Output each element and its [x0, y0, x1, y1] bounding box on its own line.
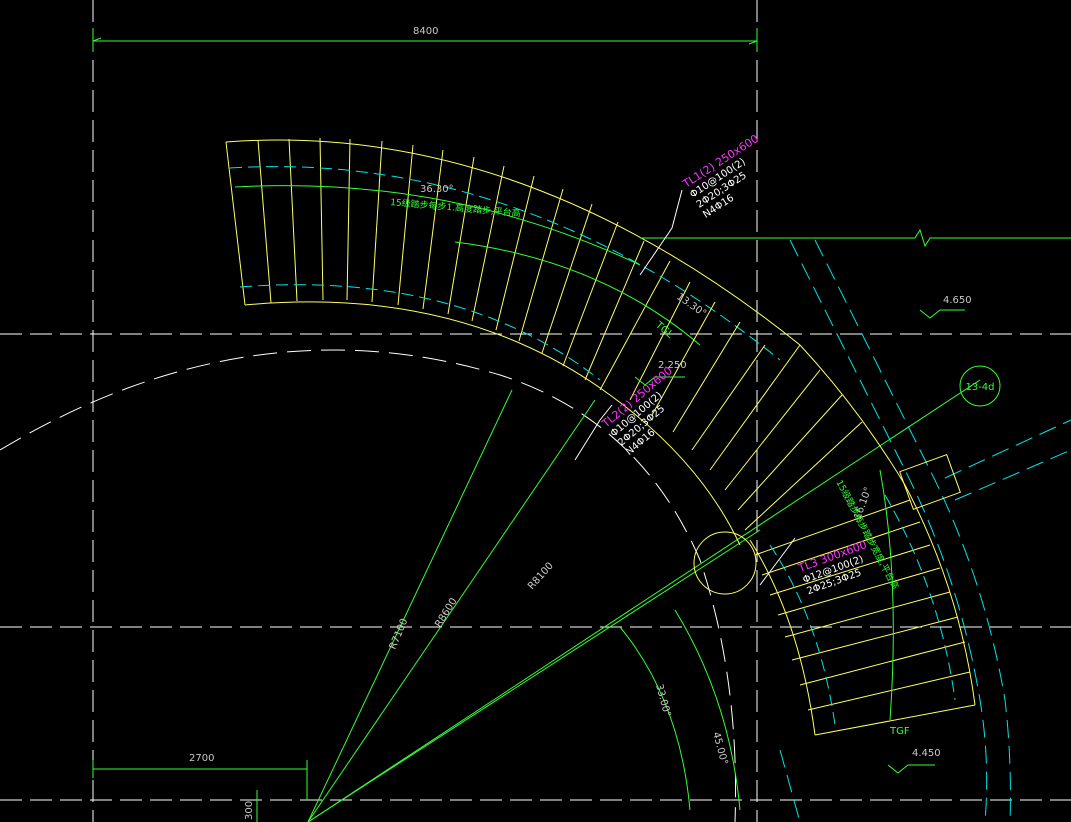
elevation-marker-4650: 4.650 — [919, 295, 972, 319]
dimension-top-label: 8400 — [413, 26, 438, 37]
angle-arcs-bottom — [619, 609, 741, 811]
svg-text:4.450: 4.450 — [912, 748, 941, 759]
beam-tl3-label: TL3 300x600 Φ12@100(2) 2Φ25;3Φ25 — [796, 538, 869, 597]
break-line — [640, 228, 1071, 248]
dimension-bottom-label: 2700 — [189, 753, 214, 764]
beam-tl2-leader — [574, 404, 613, 461]
column-circle — [693, 531, 757, 595]
dimension-bottom — [92, 760, 308, 800]
radius-label-r8100: R8100 — [526, 561, 556, 592]
grid-bubble: 13-4d — [959, 365, 1001, 407]
angle-label-e: 45.00° — [710, 731, 729, 766]
flight-note-upper: 15级踏步每步1.高度踏步,平台高 — [390, 196, 521, 219]
elevation-marker-4450: 4.450 — [887, 748, 941, 774]
svg-text:4.650: 4.650 — [943, 295, 972, 306]
beam-tl1-label: TL1(2) 250x600 Φ10@100(2) 2Φ20;3Φ25 N4Φ1… — [680, 132, 761, 221]
dimension-bottom-height-label: 300 — [244, 801, 255, 820]
radius-label-r8600: R8600 — [433, 596, 460, 629]
stair-mark-down: TGF — [889, 726, 910, 737]
angle-label-d: 33.00° — [653, 683, 672, 718]
beam-tl2-label: TL2(2) 250x600 Φ10@100(2) 2Φ20;3Φ25 N4Φ1… — [599, 364, 675, 458]
radius-label-r7100: R7100 — [388, 617, 411, 651]
axis-lines — [0, 0, 1071, 822]
cad-drawing-canvas: 8400 2700 300 R7100 R8600 R8100 33.00° 4… — [0, 0, 1071, 822]
svg-text:13-4d: 13-4d — [965, 382, 994, 393]
stair-flight-lower-arrow — [879, 469, 894, 721]
angle-label-a: 36.30° — [420, 184, 454, 195]
beam-tl1-leader — [639, 189, 683, 276]
